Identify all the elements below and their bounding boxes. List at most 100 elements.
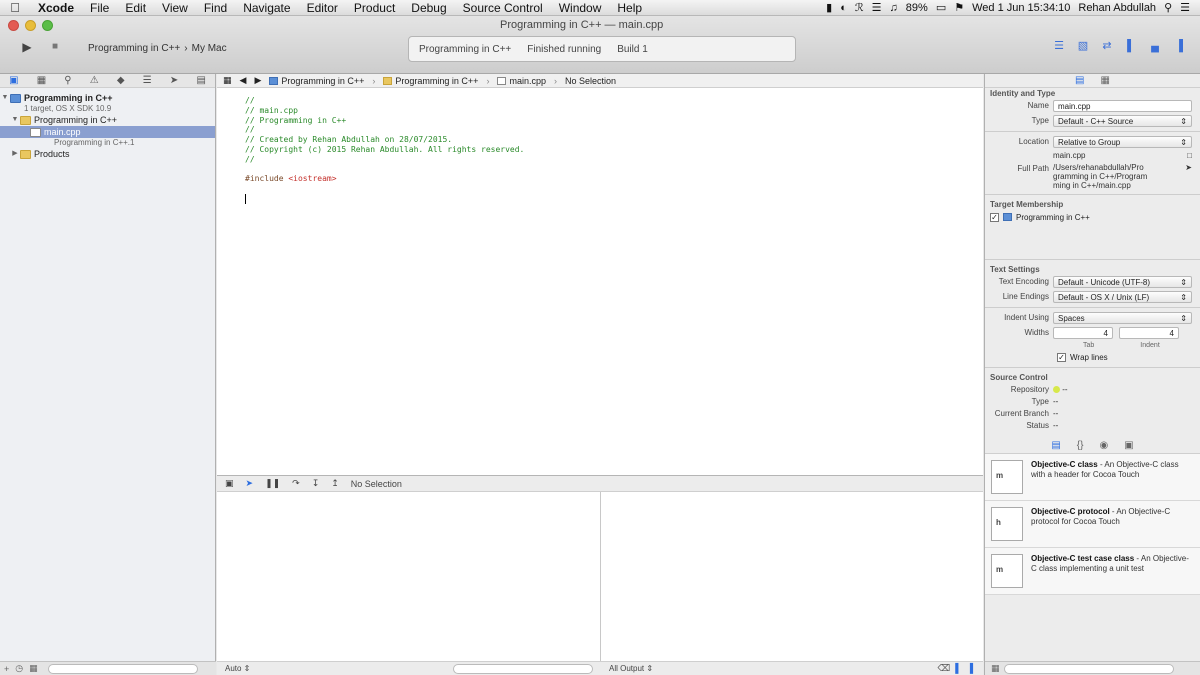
endings-popup[interactable]: Default - OS X / Unix (LF) ⇕	[1053, 291, 1192, 303]
type-popup[interactable]: Default - C++ Source ⇕	[1053, 115, 1192, 127]
notification-center-icon[interactable]: ☰	[1180, 1, 1190, 14]
code-text[interactable]: // // main.cpp // Programming in C++ // …	[245, 96, 524, 207]
folder-icon[interactable]: □	[1187, 151, 1192, 160]
encoding-popup[interactable]: Default - Unicode (UTF-8) ⇕	[1053, 276, 1192, 288]
tree-row-main-cpp[interactable]: main.cpp	[0, 126, 215, 138]
navigator-toggle-icon[interactable]: ▌	[1122, 38, 1140, 54]
menu-product[interactable]: Product	[346, 0, 403, 16]
forward-icon[interactable]: ▶	[254, 75, 261, 86]
project-navigator-icon[interactable]: ▣	[9, 75, 18, 86]
menu-editor[interactable]: Editor	[299, 0, 346, 16]
wifi-icon[interactable]: ☰	[872, 1, 882, 14]
trash-icon[interactable]: ⌫	[937, 663, 950, 674]
breakpoint-navigator-icon[interactable]: ➤	[170, 75, 178, 86]
file-inspector-icon[interactable]: ▤	[1075, 75, 1084, 86]
pause-icon[interactable]: ❚❚	[265, 478, 280, 489]
menu-help[interactable]: Help	[609, 0, 650, 16]
recent-files-icon[interactable]: ◷	[15, 663, 23, 674]
scheme-selector[interactable]: Programming in C++ › My Mac	[88, 40, 227, 56]
debug-toggle-icon[interactable]: ▄	[1146, 38, 1164, 54]
file-template-library-icon[interactable]: ▤	[1051, 440, 1060, 451]
variables-filter-input[interactable]	[453, 664, 593, 674]
breadcrumb-group[interactable]: Programming in C++	[383, 76, 478, 86]
disclosure-down-icon[interactable]: ▼	[0, 92, 10, 104]
tab-width-stepper[interactable]: 4	[1053, 327, 1113, 339]
volume-icon[interactable]: ♫	[890, 2, 898, 14]
menu-window[interactable]: Window	[551, 0, 610, 16]
find-navigator-icon[interactable]: ⚲	[64, 75, 71, 86]
console-output-popup[interactable]: All Output ⇕	[609, 664, 653, 673]
menu-file[interactable]: File	[82, 0, 117, 16]
chat-icon[interactable]: ▮	[826, 1, 832, 14]
flag-icon[interactable]: ⚑	[954, 1, 964, 14]
object-library-icon[interactable]: ◉	[1099, 440, 1108, 451]
reveal-arrow-icon[interactable]: ➤	[1185, 163, 1192, 190]
utilities-toggle-icon[interactable]: ▐	[1170, 38, 1188, 54]
stop-button[interactable]: ■	[44, 38, 66, 56]
close-window-button[interactable]	[8, 20, 19, 31]
menu-navigate[interactable]: Navigate	[235, 0, 298, 16]
grid-view-icon[interactable]: ▦	[991, 663, 1000, 674]
step-over-icon[interactable]: ↷	[292, 478, 300, 489]
issue-navigator-icon[interactable]: ⚠	[90, 75, 99, 86]
menu-debug[interactable]: Debug	[403, 0, 454, 16]
tree-row-project[interactable]: ▼ Programming in C++	[0, 92, 215, 104]
tree-row-group[interactable]: ▼ Programming in C++	[0, 114, 215, 126]
standard-editor-icon[interactable]: ☰	[1050, 38, 1068, 54]
zoom-window-button[interactable]	[42, 20, 53, 31]
menu-xcode[interactable]: Xcode	[30, 0, 82, 16]
debug-split-divider[interactable]	[600, 492, 601, 662]
code-snippet-library-icon[interactable]: {}	[1077, 440, 1084, 451]
timemachine-icon[interactable]: ◐	[840, 2, 847, 14]
test-navigator-icon[interactable]: ◆	[117, 75, 125, 86]
disclosure-right-icon[interactable]: ▶	[10, 148, 20, 160]
log-navigator-icon[interactable]: ▤	[196, 75, 205, 86]
library-item[interactable]: m Objective-C class - An Objective-C cla…	[985, 454, 1200, 501]
debug-navigator-icon[interactable]: ☰	[143, 75, 152, 86]
menu-edit[interactable]: Edit	[117, 0, 154, 16]
variables-scope-popup[interactable]: Auto ⇕	[225, 664, 250, 673]
library-item[interactable]: h Objective-C protocol - An Objective-C …	[985, 501, 1200, 548]
clock[interactable]: Wed 1 Jun 15:34:10	[972, 2, 1070, 14]
apple-icon[interactable]: 	[0, 0, 30, 15]
run-button[interactable]: ▶	[16, 38, 38, 56]
indent-popup[interactable]: Spaces ⇕	[1053, 312, 1192, 324]
bluetooth-icon[interactable]: ℛ	[855, 1, 864, 14]
name-field[interactable]: main.cpp	[1053, 100, 1192, 112]
spotlight-icon[interactable]: ⚲	[1164, 1, 1172, 14]
add-icon[interactable]: +	[4, 664, 9, 674]
step-out-icon[interactable]: ↥	[331, 478, 339, 489]
menu-find[interactable]: Find	[196, 0, 235, 16]
indent-width-stepper[interactable]: 4	[1119, 327, 1179, 339]
step-into-icon[interactable]: ↧	[312, 478, 320, 489]
split-right-icon[interactable]: ▐	[967, 663, 973, 674]
tree-row-products[interactable]: ▶ Products	[0, 148, 215, 160]
minimize-window-button[interactable]	[25, 20, 36, 31]
back-icon[interactable]: ◀	[240, 75, 247, 86]
user-name[interactable]: Rehan Abdullah	[1078, 2, 1156, 14]
breakpoints-toggle-icon[interactable]: ➤	[246, 478, 254, 489]
split-left-icon[interactable]: ▌	[955, 663, 961, 674]
quick-help-icon[interactable]: ▦	[1101, 75, 1110, 86]
disclosure-down-icon[interactable]: ▼	[10, 114, 20, 126]
version-editor-icon[interactable]: ⇄	[1098, 38, 1116, 54]
library-item[interactable]: m Objective-C test case class - An Objec…	[985, 548, 1200, 595]
breadcrumb-file[interactable]: main.cpp	[497, 76, 546, 86]
target-checkbox[interactable]: ✓	[990, 212, 999, 222]
menu-view[interactable]: View	[154, 0, 196, 16]
location-popup[interactable]: Relative to Group ⇕	[1053, 136, 1192, 148]
tree-row-file-sub[interactable]: Programming in C++.1	[0, 138, 215, 148]
assistant-editor-icon[interactable]: ▧	[1074, 38, 1092, 54]
navigator-filter-input[interactable]	[47, 663, 198, 674]
breadcrumb-project[interactable]: Programming in C++	[269, 76, 364, 86]
menu-source-control[interactable]: Source Control	[455, 0, 551, 16]
hide-debug-icon[interactable]: ▣	[225, 478, 234, 489]
battery-icon[interactable]: ▭	[936, 1, 946, 14]
related-items-icon[interactable]: ▦	[223, 75, 232, 86]
symbol-navigator-icon[interactable]: ▦	[37, 75, 46, 86]
scm-filter-icon[interactable]: ▦	[29, 663, 38, 674]
wrap-lines-checkbox[interactable]: ✓	[1057, 352, 1066, 362]
media-library-icon[interactable]: ▣	[1124, 440, 1133, 451]
breadcrumb-selection[interactable]: No Selection	[565, 76, 616, 86]
battery-percent[interactable]: 89%	[906, 2, 928, 14]
